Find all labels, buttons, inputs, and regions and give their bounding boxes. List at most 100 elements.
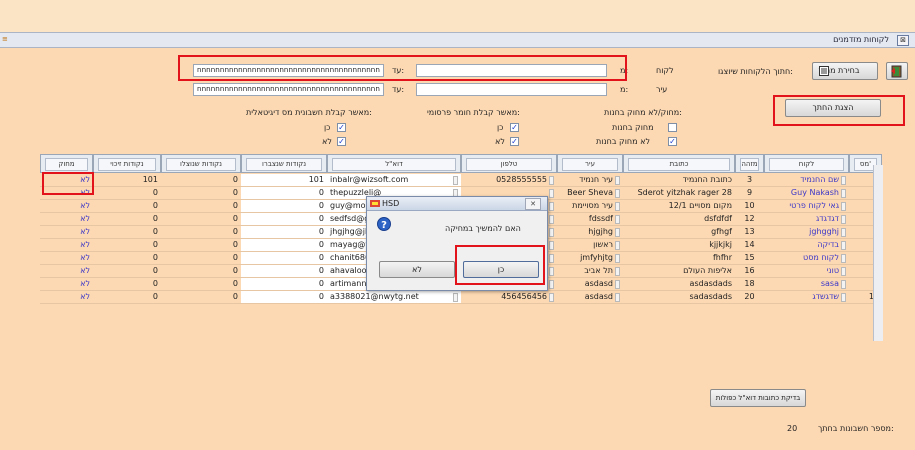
cell-deleted[interactable]: לא <box>40 239 93 252</box>
cell-customer[interactable]: Guy Nakash <box>764 187 849 200</box>
cell-customer[interactable]: שדגשדג <box>764 291 849 304</box>
cell-city: Beer Sheva <box>557 187 623 200</box>
cell-customer[interactable]: sasa <box>764 278 849 291</box>
dropdown-icon[interactable] <box>841 215 846 224</box>
dropdown-icon[interactable] <box>615 254 620 263</box>
dropdown-icon[interactable] <box>453 176 458 185</box>
cell-deleted[interactable]: לא <box>40 265 93 278</box>
dropdown-icon[interactable] <box>841 241 846 250</box>
cell-earned-points[interactable]: 0 <box>241 239 327 252</box>
tax-no-checkbox[interactable]: ✓ <box>337 137 346 146</box>
table-row[interactable]: לא 101 0 101 inbalr@wizsoft.com 0528555555 עיר… <box>40 174 883 187</box>
cell-customer[interactable]: גאי לקוח פרטי <box>764 200 849 213</box>
cell-address: כתובת החנמיד <box>623 174 735 187</box>
cell-customer[interactable]: jghgghj <box>764 226 849 239</box>
header-credit-points[interactable]: נקודות זיכוי <box>93 154 161 173</box>
dropdown-icon[interactable] <box>615 293 620 302</box>
dropdown-icon[interactable] <box>549 254 554 263</box>
dropdown-icon[interactable] <box>549 293 554 302</box>
promo-no-checkbox[interactable]: ✓ <box>510 137 519 146</box>
menu-icon[interactable]: ≡ <box>2 35 8 43</box>
table-row[interactable]: לא 0 0 0 a3388021@nwytg.net 456456456 asdasd sa… <box>40 291 883 304</box>
cell-earned-points[interactable]: 101 <box>241 174 327 187</box>
dropdown-icon[interactable] <box>841 254 846 263</box>
cell-customer[interactable]: בדיקה <box>764 239 849 252</box>
dropdown-icon[interactable] <box>549 202 554 211</box>
cell-deleted[interactable]: לא <box>40 213 93 226</box>
dropdown-icon[interactable] <box>615 267 620 276</box>
deleted-in-store-checkbox[interactable] <box>668 123 677 132</box>
cell-earned-points[interactable]: 0 <box>241 265 327 278</box>
cell-id: 3 <box>735 174 764 187</box>
close-icon[interactable]: ⊠ <box>897 35 909 46</box>
exit-button[interactable] <box>886 62 908 80</box>
highlight-customer-to <box>178 55 627 81</box>
dropdown-icon[interactable] <box>841 280 846 289</box>
header-customer[interactable]: לקוח <box>764 154 849 173</box>
cell-deleted[interactable]: לא <box>40 291 93 304</box>
dropdown-icon[interactable] <box>549 176 554 185</box>
promo-yes-checkbox[interactable]: ✓ <box>510 123 519 132</box>
dropdown-icon[interactable] <box>549 241 554 250</box>
cell-email[interactable]: a3388021@nwytg.net <box>327 291 461 304</box>
dropdown-icon[interactable] <box>549 215 554 224</box>
dropdown-icon[interactable] <box>615 202 620 211</box>
cell-credit-points: 0 <box>93 252 161 265</box>
dropdown-icon[interactable] <box>549 228 554 237</box>
header-address[interactable]: כתובת <box>623 154 735 173</box>
cell-earned-points[interactable]: 0 <box>241 226 327 239</box>
cell-earned-points[interactable]: 0 <box>241 200 327 213</box>
cell-used-points: 0 <box>161 187 241 200</box>
dropdown-icon[interactable] <box>615 228 620 237</box>
cell-earned-points[interactable]: 0 <box>241 278 327 291</box>
header-phone[interactable]: טלפון <box>461 154 557 173</box>
table-scrollbar[interactable] <box>873 165 883 341</box>
dialog-close-icon[interactable]: ✕ <box>525 198 541 210</box>
cell-deleted[interactable]: לא <box>40 278 93 291</box>
header-city[interactable]: עיר <box>557 154 623 173</box>
cell-customer[interactable]: טוני <box>764 265 849 278</box>
dropdown-icon[interactable] <box>549 189 554 198</box>
tax-yes-checkbox[interactable]: ✓ <box>337 123 346 132</box>
cell-earned-points[interactable]: 0 <box>241 291 327 304</box>
header-id[interactable]: מזהה <box>735 154 764 173</box>
not-deleted-checkbox[interactable]: ✓ <box>668 137 677 146</box>
cell-city: asdasd <box>557 278 623 291</box>
select-price-button[interactable]: בחירת מחיר <box>812 62 878 80</box>
cell-earned-points[interactable]: 0 <box>241 213 327 226</box>
cell-address: מקום מסויים 12/1 <box>623 200 735 213</box>
cell-customer[interactable]: שם החנמיד <box>764 174 849 187</box>
dropdown-icon[interactable] <box>841 202 846 211</box>
dropdown-icon[interactable] <box>615 176 620 185</box>
dropdown-icon[interactable] <box>615 241 620 250</box>
header-deleted[interactable]: מחוק <box>40 154 93 173</box>
cell-used-points: 0 <box>161 252 241 265</box>
city-from-input[interactable] <box>416 83 607 96</box>
dropdown-icon[interactable] <box>615 280 620 289</box>
cell-customer[interactable]: דגדגדג <box>764 213 849 226</box>
dropdown-icon[interactable] <box>453 293 458 302</box>
dropdown-icon[interactable] <box>549 267 554 276</box>
dropdown-icon[interactable] <box>841 176 846 185</box>
header-email[interactable]: דוא"ל <box>327 154 461 173</box>
cell-earned-points[interactable]: 0 <box>241 187 327 200</box>
dropdown-icon[interactable] <box>841 189 846 198</box>
dialog-no-button[interactable]: לא <box>379 261 455 278</box>
cell-earned-points[interactable]: 0 <box>241 252 327 265</box>
header-earned-points[interactable]: נקודות שנצברו <box>241 154 327 173</box>
cell-deleted[interactable]: לא <box>40 226 93 239</box>
dropdown-icon[interactable] <box>841 293 846 302</box>
dropdown-icon[interactable] <box>549 280 554 289</box>
check-duplicate-emails-button[interactable]: בדיקת כתובות דוא"ל כפולות <box>710 389 806 407</box>
dropdown-icon[interactable] <box>615 189 620 198</box>
cell-deleted[interactable]: לא <box>40 200 93 213</box>
cell-deleted[interactable]: לא <box>40 252 93 265</box>
cell-customer[interactable]: לקוח מסט <box>764 252 849 265</box>
cell-email[interactable]: inbalr@wizsoft.com <box>327 174 461 187</box>
dropdown-icon[interactable] <box>841 228 846 237</box>
dropdown-icon[interactable] <box>615 215 620 224</box>
dropdown-icon[interactable] <box>841 267 846 276</box>
header-used-points[interactable]: נקודות שנוצלו <box>161 154 241 173</box>
cell-address: fhfhr <box>623 252 735 265</box>
city-to-input[interactable]: חחחחחחחחחחחחחחחחחחחחחחחחחחחחחחחחחחחחחחחח <box>193 83 384 96</box>
